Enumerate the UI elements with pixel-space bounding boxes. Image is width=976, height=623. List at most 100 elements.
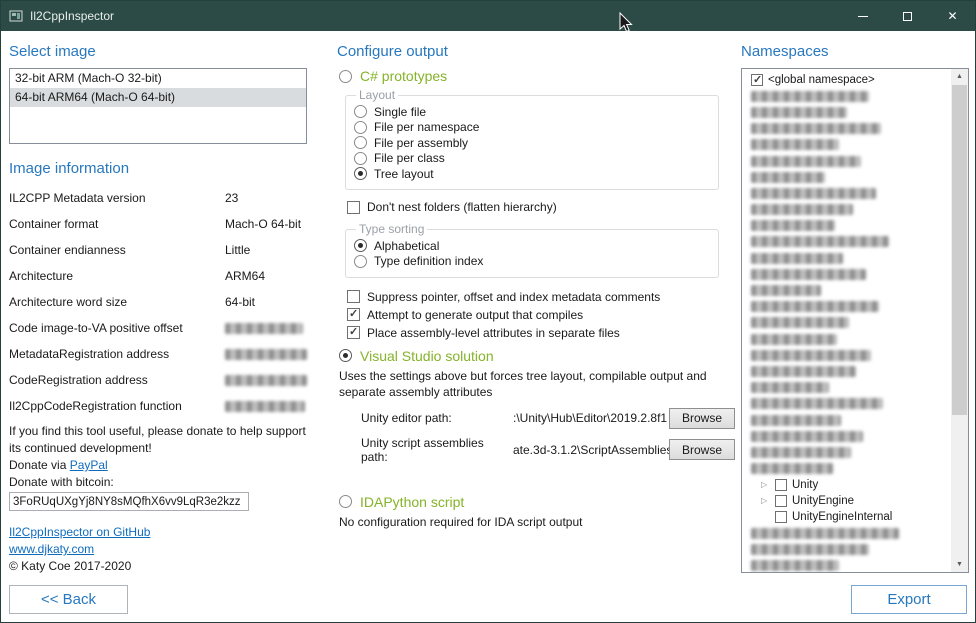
namespace-checkbox[interactable]: [775, 495, 787, 507]
radio-icon[interactable]: [354, 152, 367, 165]
namespace-row[interactable]: [745, 525, 948, 541]
maximize-button[interactable]: [885, 1, 930, 31]
github-link[interactable]: Il2CppInspector on GitHub: [9, 525, 150, 539]
content-area: Select image 32-bit ARM (Mach-O 32-bit)6…: [1, 31, 975, 622]
close-button[interactable]: ✕: [930, 1, 975, 31]
browse-assemblies-button[interactable]: Browse: [669, 439, 735, 460]
idapython-radio[interactable]: IDAPython script: [339, 494, 735, 510]
namespace-row[interactable]: [745, 137, 948, 153]
back-button[interactable]: << Back: [9, 585, 128, 614]
radio-icon[interactable]: [339, 70, 352, 83]
image-list[interactable]: 32-bit ARM (Mach-O 32-bit)64-bit ARM64 (…: [9, 68, 307, 144]
namespace-row[interactable]: [745, 88, 948, 104]
scroll-down-icon[interactable]: ▼: [951, 557, 968, 572]
redacted-namespace: [751, 123, 881, 134]
namespace-row[interactable]: [745, 380, 948, 396]
radio-icon[interactable]: [339, 495, 352, 508]
radio-option[interactable]: File per class: [354, 151, 708, 165]
info-value: Little: [225, 243, 250, 257]
minimize-icon: [858, 16, 868, 17]
namespace-checkbox[interactable]: [775, 479, 787, 491]
namespace-row[interactable]: [745, 218, 948, 234]
namespace-row[interactable]: ▷UnityEngine: [745, 493, 948, 509]
radio-icon[interactable]: [354, 136, 367, 149]
namespace-row[interactable]: [745, 121, 948, 137]
titlebar[interactable]: Il2CppInspector ✕: [1, 1, 975, 31]
namespace-checkbox[interactable]: [775, 511, 787, 523]
namespace-row[interactable]: [745, 153, 948, 169]
radio-label: Type definition index: [374, 254, 483, 268]
namespace-row[interactable]: [745, 541, 948, 557]
separate-attributes-checkbox[interactable]: Place assembly-level attributes in separ…: [347, 326, 735, 340]
checkbox-icon[interactable]: [347, 326, 360, 339]
namespace-row[interactable]: [745, 396, 948, 412]
scrollbar-thumb[interactable]: [952, 85, 967, 415]
namespace-row[interactable]: [745, 282, 948, 298]
namespace-row[interactable]: [745, 104, 948, 120]
namespace-row[interactable]: [745, 299, 948, 315]
flatten-checkbox[interactable]: Don't nest folders (flatten hierarchy): [347, 200, 735, 214]
script-assemblies-path-row: Unity script assemblies path: ate.3d-3.1…: [361, 436, 735, 464]
radio-icon[interactable]: [354, 255, 367, 268]
bitcoin-address-input[interactable]: [9, 492, 249, 511]
namespace-row[interactable]: <global namespace>: [745, 72, 948, 88]
namespace-checkbox[interactable]: [751, 74, 763, 86]
namespace-row[interactable]: [745, 558, 948, 573]
radio-option[interactable]: File per assembly: [354, 136, 708, 150]
image-list-item[interactable]: 32-bit ARM (Mach-O 32-bit): [10, 69, 306, 88]
namespace-row[interactable]: UnityEngineInternal: [745, 509, 948, 525]
namespace-row[interactable]: [745, 250, 948, 266]
info-value: Mach-O 64-bit: [225, 217, 301, 231]
minimize-button[interactable]: [840, 1, 885, 31]
expander-icon[interactable]: ▷: [761, 480, 770, 489]
namespace-row[interactable]: [745, 412, 948, 428]
namespace-list[interactable]: <global namespace> ▷Unity▷UnityEngineUnit…: [741, 68, 969, 573]
radio-option[interactable]: Type definition index: [354, 254, 708, 268]
radio-option[interactable]: File per namespace: [354, 120, 708, 134]
radio-option[interactable]: Tree layout: [354, 167, 708, 181]
checkbox-icon[interactable]: [347, 290, 360, 303]
image-list-item[interactable]: 64-bit ARM64 (Mach-O 64-bit): [10, 88, 306, 107]
suppress-comments-checkbox[interactable]: Suppress pointer, offset and index metad…: [347, 290, 735, 304]
radio-option[interactable]: Single file: [354, 105, 708, 119]
export-button[interactable]: Export: [851, 585, 967, 614]
namespace-row[interactable]: [745, 185, 948, 201]
namespace-row[interactable]: [745, 202, 948, 218]
generate-compiles-checkbox[interactable]: Attempt to generate output that compiles: [347, 308, 735, 322]
redacted-namespace: [751, 269, 866, 280]
maximize-icon: [903, 12, 912, 21]
namespace-scrollbar[interactable]: ▲ ▼: [951, 69, 968, 572]
namespace-row[interactable]: [745, 315, 948, 331]
namespace-row[interactable]: [745, 428, 948, 444]
info-label: MetadataRegistration address: [9, 347, 225, 361]
namespace-row[interactable]: [745, 234, 948, 250]
radio-icon[interactable]: [339, 349, 352, 362]
radio-icon[interactable]: [354, 121, 367, 134]
checkbox-icon[interactable]: [347, 201, 360, 214]
checkbox-icon[interactable]: [347, 308, 360, 321]
csharp-prototypes-radio[interactable]: C# prototypes: [339, 68, 735, 84]
namespace-row[interactable]: [745, 347, 948, 363]
visual-studio-description: Uses the settings above but forces tree …: [339, 368, 731, 400]
namespace-row[interactable]: [745, 266, 948, 282]
select-image-panel: Select image 32-bit ARM (Mach-O 32-bit)6…: [9, 39, 307, 622]
visual-studio-radio[interactable]: Visual Studio solution: [339, 348, 735, 364]
paypal-link[interactable]: PayPal: [70, 458, 108, 472]
scroll-up-icon[interactable]: ▲: [951, 69, 968, 84]
expander-icon[interactable]: ▷: [761, 496, 770, 505]
namespace-row[interactable]: [745, 444, 948, 460]
browse-editor-button[interactable]: Browse: [669, 408, 735, 429]
namespace-row[interactable]: [745, 331, 948, 347]
radio-icon[interactable]: [354, 239, 367, 252]
radio-icon[interactable]: [354, 167, 367, 180]
namespace-row[interactable]: [745, 363, 948, 379]
copyright-text: © Katy Coe 2017-2020: [9, 558, 307, 575]
radio-icon[interactable]: [354, 105, 367, 118]
namespace-row[interactable]: [745, 461, 948, 477]
radio-label: File per class: [374, 151, 445, 165]
redacted-namespace: [751, 431, 863, 442]
radio-option[interactable]: Alphabetical: [354, 239, 708, 253]
namespace-row[interactable]: [745, 169, 948, 185]
website-link[interactable]: www.djkaty.com: [9, 542, 94, 556]
namespace-row[interactable]: ▷Unity: [745, 477, 948, 493]
